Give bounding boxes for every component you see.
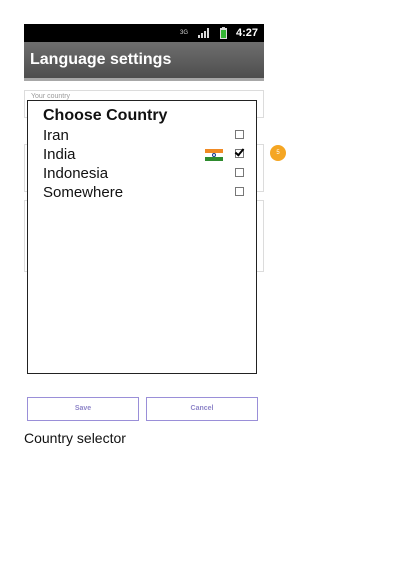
choose-country-dialog: Choose Country Iran India Indonesia Some… xyxy=(27,100,257,374)
title-bar: Language settings xyxy=(24,42,264,81)
battery-icon xyxy=(220,24,227,42)
country-checkbox[interactable] xyxy=(235,187,244,196)
country-option-iran[interactable]: Iran xyxy=(43,126,248,145)
country-field-label: Your country xyxy=(31,93,71,100)
country-option-indonesia[interactable]: Indonesia xyxy=(43,164,248,183)
country-option-label: Iran xyxy=(43,127,69,144)
signal-strength-icon xyxy=(198,24,210,42)
network-type-label: 3G xyxy=(180,30,189,36)
save-button[interactable]: Save xyxy=(27,397,139,421)
status-bar: 3G 4:27 xyxy=(24,24,264,42)
annotation-badge: 5 xyxy=(270,145,286,161)
country-option-somewhere[interactable]: Somewhere xyxy=(43,183,248,202)
dialog-title: Choose Country xyxy=(43,107,168,124)
country-checkbox[interactable] xyxy=(235,168,244,177)
page-title: Language settings xyxy=(30,51,172,68)
clock: 4:27 xyxy=(236,27,259,39)
figure-caption: Country selector xyxy=(24,430,126,446)
country-option-label: Indonesia xyxy=(43,165,109,182)
cancel-button[interactable]: Cancel xyxy=(146,397,258,421)
country-option-label: India xyxy=(43,146,76,163)
india-flag-icon xyxy=(205,149,223,161)
network-type-indicator: 3G xyxy=(180,24,188,42)
country-checkbox[interactable] xyxy=(235,130,244,139)
country-option-india[interactable]: India xyxy=(43,145,248,164)
country-option-label: Somewhere xyxy=(43,184,124,201)
country-checkbox-checked[interactable] xyxy=(235,149,244,158)
